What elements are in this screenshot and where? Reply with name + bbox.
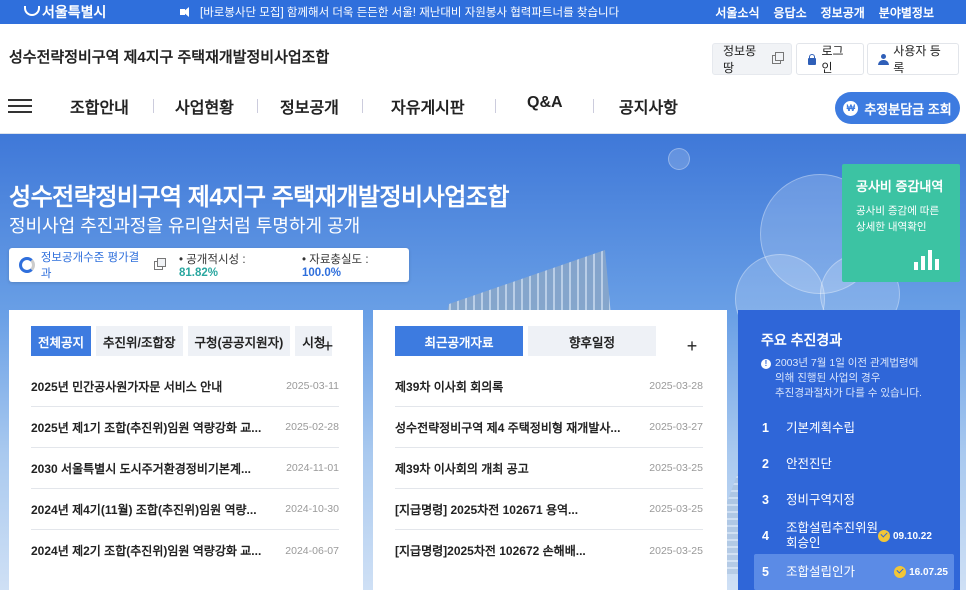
cost-change-card[interactable]: 공사비 증감내역 공사비 증감에 따른 상세한 내역확인 — [842, 164, 960, 282]
list-item[interactable]: 2025년 제1기 조합(추진위)임원 역량강화 교... 2025-02-28 — [31, 407, 339, 448]
list-item[interactable]: [지급명령]2025차전 102672 손해배... 2025-03-25 — [395, 530, 703, 571]
estimate-button-label: 추정분담금 조회 — [864, 101, 952, 117]
seoul-logo-text: 서울특별시 — [42, 4, 107, 20]
won-icon: ₩ — [843, 100, 859, 116]
seoul-logo-icon — [22, 4, 40, 20]
progress-step[interactable]: 3 정비구역지정 — [754, 482, 954, 518]
notice-more-icon[interactable]: + — [319, 337, 337, 356]
info-icon: ! — [761, 359, 771, 369]
list-item[interactable]: 제39차 이사회 회의록 2025-03-28 — [395, 366, 703, 407]
nav-qna[interactable]: Q&A — [527, 94, 563, 112]
lock-icon — [807, 53, 817, 65]
site-title[interactable]: 성수전략정비구역 제4지구 주택재개발정비사업조합 — [9, 46, 329, 67]
progress-step[interactable]: 2 안전진단 — [754, 446, 954, 482]
data-tabs: 최근공개자료 향후일정 — [395, 326, 656, 356]
notice-ticker[interactable]: [바로봉사단 모집] 함께해서 더욱 든든한 서울! 재난대비 자원봉사 협력파… — [180, 4, 619, 20]
nav-disclosure[interactable]: 정보공개 — [280, 94, 339, 118]
top-link-disclosure[interactable]: 정보공개 — [821, 4, 865, 21]
user-icon — [878, 53, 890, 65]
timeliness-stat: • 공개적시성 : 81.82% — [178, 254, 246, 279]
gauge-icon — [19, 257, 35, 273]
register-button-label: 사용자 등록 — [893, 44, 941, 75]
hero-title: 성수전략정비구역 제4지구 주택재개발정비사업조합 — [9, 184, 509, 211]
list-item[interactable]: 성수전략정비구역 제4 주택정비형 재개발사... 2025-03-27 — [395, 407, 703, 448]
nav-project-status[interactable]: 사업현황 — [175, 94, 234, 118]
header: 성수전략정비구역 제4지구 주택재개발정비사업조합 정보몽땅 로그인 사용자 등… — [0, 24, 966, 134]
notice-panel: 전체공지 추진위/조합장 구청(공공지원자) 시청 + 2025년 민간공사원가… — [9, 310, 363, 590]
check-icon — [894, 566, 907, 578]
notice-list: 2025년 민간공사원가자문 서비스 안내 2025-03-11 2025년 제1… — [31, 366, 339, 571]
info-button[interactable]: 정보몽땅 — [712, 43, 792, 75]
progress-note: ! 2003년 7월 1일 이전 관계법령에 의해 진행된 사업의 경우 추진경과… — [761, 356, 951, 401]
estimate-button[interactable]: ₩ 추정분담금 조회 — [835, 92, 960, 124]
info-button-label: 정보몽땅 — [723, 44, 757, 75]
progress-step[interactable]: 1 기본계획수립 — [754, 410, 954, 446]
hero-subtitle: 정비사업 추진과정을 유리알처럼 투명하게 공개 — [9, 216, 361, 236]
list-item[interactable]: 2025년 민간공사원가자문 서비스 안내 2025-03-11 — [31, 366, 339, 407]
nav-free-board[interactable]: 자유게시판 — [391, 94, 465, 118]
nav-association[interactable]: 조합안내 — [70, 94, 129, 118]
top-link-news[interactable]: 서울소식 — [715, 4, 759, 21]
top-links: 서울소식 응답소 정보공개 분야별정보 — [715, 4, 934, 21]
speaker-icon — [180, 7, 194, 17]
login-button[interactable]: 로그인 — [796, 43, 864, 75]
data-panel: 최근공개자료 향후일정 + 제39차 이사회 회의록 2025-03-28 성수전… — [373, 310, 727, 590]
fidelity-value: 100.0% — [302, 267, 342, 279]
data-list: 제39차 이사회 회의록 2025-03-28 성수전략정비구역 제4 주택정비형… — [395, 366, 703, 571]
check-icon — [878, 530, 890, 542]
hero-banner: 성수전략정비구역 제4지구 주택재개발정비사업조합 정비사업 추진과정을 유리알… — [0, 134, 966, 590]
progress-step[interactable]: 4 조합설립추진위원회승인 09.10.22 — [754, 518, 954, 554]
progress-steps: 1 기본계획수립 2 안전진단 3 정비구역지정 4 조합설립추진위원회승인 0… — [754, 410, 954, 590]
progress-panel: 주요 추진경과 ! 2003년 7월 1일 이전 관계법령에 의해 진행된 사업의… — [738, 310, 960, 590]
evaluation-label: 정보공개수준 평가결과 — [40, 252, 140, 280]
tab-recent-data[interactable]: 최근공개자료 — [395, 326, 523, 356]
evaluation-result-box[interactable]: 정보공개수준 평가결과 • 공개적시성 : 81.82% • 자료충실도 : 1… — [9, 248, 409, 282]
tab-committee[interactable]: 추진위/조합장 — [96, 326, 183, 356]
list-item[interactable]: 2030 서울특별시 도시주거환경정비기본계... 2024-11-01 — [31, 448, 339, 489]
tab-district-office[interactable]: 구청(공공지원자) — [187, 326, 291, 356]
register-button[interactable]: 사용자 등록 — [867, 43, 959, 75]
notice-text: [바로봉사단 모집] 함께해서 더욱 든든한 서울! 재난대비 자원봉사 협력파… — [200, 7, 620, 19]
data-more-icon[interactable]: + — [683, 337, 701, 356]
fidelity-stat: • 자료충실도 : 100.0% — [302, 254, 369, 279]
progress-step-current[interactable]: 5 조합설립인가 16.07.25 — [754, 554, 954, 590]
login-button-label: 로그인 — [821, 44, 844, 75]
cost-card-title: 공사비 증감내역 — [856, 179, 944, 194]
tab-all-notices[interactable]: 전체공지 — [31, 326, 92, 356]
top-bar: 서울특별시 [바로봉사단 모집] 함께해서 더욱 든든한 서울! 재난대비 자원… — [0, 0, 966, 24]
external-link-icon — [154, 257, 166, 270]
tab-upcoming-schedule[interactable]: 향후일정 — [528, 326, 656, 356]
top-link-response[interactable]: 응답소 — [774, 4, 807, 21]
external-link-icon — [772, 51, 784, 64]
list-item[interactable]: 제39차 이사회의 개최 공고 2025-03-25 — [395, 448, 703, 489]
menu-icon[interactable] — [8, 99, 32, 115]
timeliness-value: 81.82% — [178, 267, 218, 279]
list-item[interactable]: [지급명령] 2025차전 102671 용역... 2025-03-25 — [395, 489, 703, 530]
progress-title: 주요 추진경과 — [761, 332, 843, 348]
list-item[interactable]: 2024년 제2기 조합(추진위)임원 역량강화 교... 2024-06-07 — [31, 530, 339, 571]
seoul-logo[interactable]: 서울특별시 — [22, 2, 162, 22]
cost-card-desc: 공사비 증감에 따른 상세한 내역확인 — [856, 205, 940, 233]
notice-tabs: 전체공지 추진위/조합장 구청(공공지원자) 시청 — [31, 326, 333, 356]
bar-chart-icon — [914, 250, 944, 270]
nav-notices[interactable]: 공지사항 — [619, 94, 678, 118]
top-link-fields[interactable]: 분야별정보 — [879, 4, 934, 21]
list-item[interactable]: 2024년 제4기(11월) 조합(추진위)임원 역량... 2024-10-30 — [31, 489, 339, 530]
